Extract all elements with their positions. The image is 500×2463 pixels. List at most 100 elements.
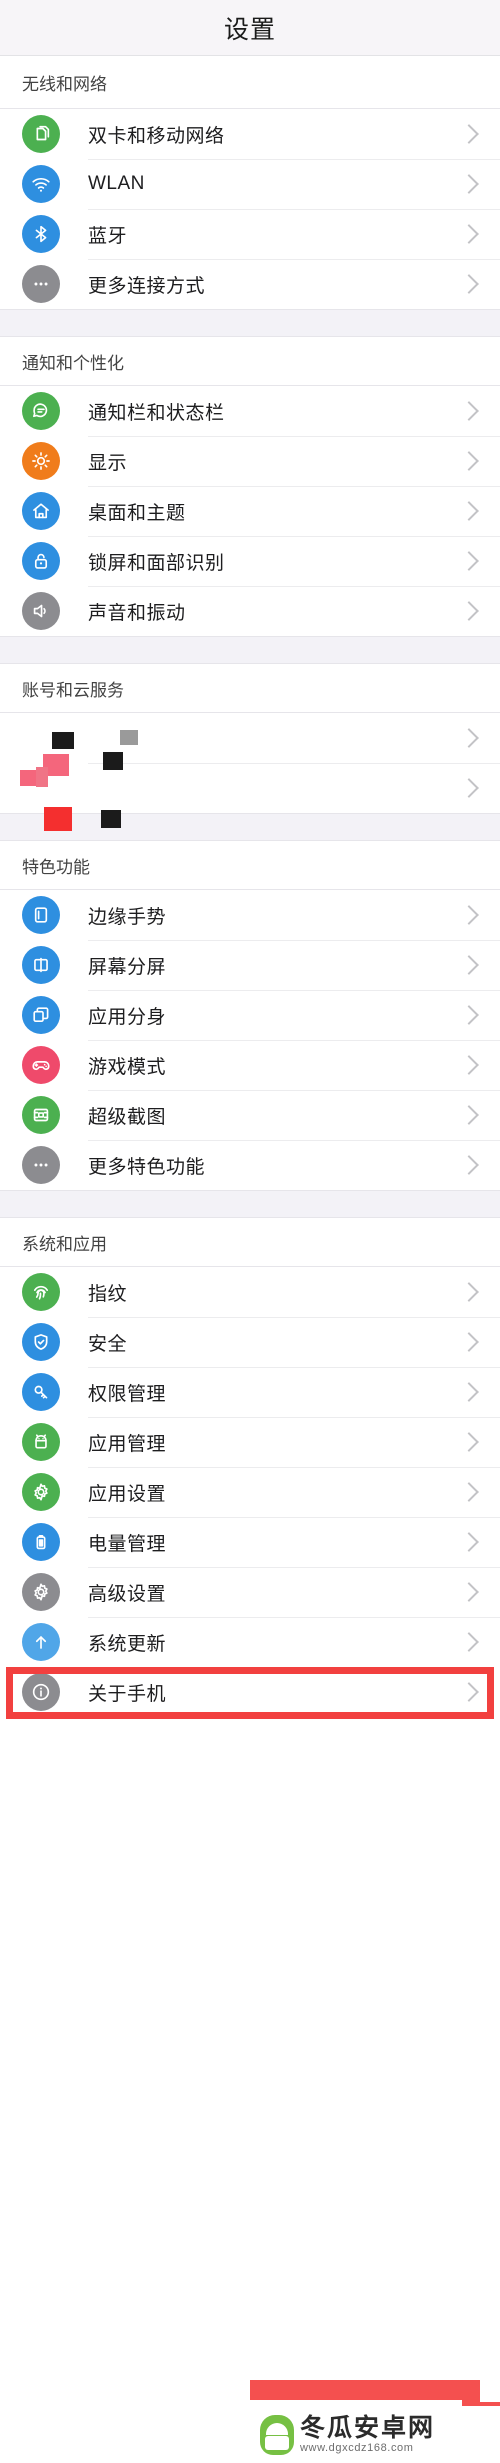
battery-icon — [22, 1523, 60, 1561]
list-item[interactable]: 应用管理 — [0, 1417, 500, 1467]
site-watermark: 冬瓜安卓网 www.dgxcdz168.com — [250, 2380, 500, 2463]
section-divider — [0, 813, 500, 841]
list-item[interactable]: 边缘手势 — [0, 890, 500, 940]
split-screen-icon — [22, 946, 60, 984]
speaker-icon — [22, 592, 60, 630]
chevron-right-icon — [459, 778, 479, 798]
fingerprint-icon — [22, 1273, 60, 1311]
chevron-right-icon — [459, 1682, 479, 1702]
chevron-right-icon — [459, 1105, 479, 1125]
glitch-block — [52, 732, 74, 749]
android-icon — [22, 1423, 60, 1461]
app-clone-icon — [22, 996, 60, 1034]
chevron-right-icon — [459, 601, 479, 621]
list-item[interactable]: 游戏模式 — [0, 1040, 500, 1090]
list-item[interactable]: 更多特色功能 — [0, 1140, 500, 1190]
list-item[interactable]: 电量管理 — [0, 1517, 500, 1567]
list-item-label: 双卡和移动网络 — [88, 125, 225, 147]
list-item[interactable]: 应用分身 — [0, 990, 500, 1040]
list-item[interactable] — [0, 763, 500, 813]
list-item-label: 边缘手势 — [88, 906, 167, 928]
list-item-label: 超级截图 — [88, 1106, 167, 1128]
bluetooth-icon — [22, 215, 60, 253]
watermark-android-logo-icon — [260, 2414, 294, 2455]
lock-icon — [22, 542, 60, 580]
list-item-label: 指纹 — [88, 1283, 128, 1305]
list-item[interactable]: 超级截图 — [0, 1090, 500, 1140]
chevron-right-icon — [459, 1532, 479, 1552]
more-dots-icon — [22, 265, 60, 303]
glitch-block — [44, 807, 72, 831]
watermark-red-bar-top — [250, 2380, 480, 2402]
chevron-right-icon — [459, 728, 479, 748]
list-item[interactable]: 更多连接方式 — [0, 259, 500, 309]
chevron-right-icon — [459, 1382, 479, 1402]
upload-arrow-icon — [22, 1623, 60, 1661]
list-item-label: 高级设置 — [88, 1583, 167, 1605]
section-rows-notification: 通知栏和状态栏 显示桌面和主题锁屏和面部识别 声音和振动 — [0, 385, 500, 636]
chevron-right-icon — [459, 1432, 479, 1452]
list-item-label: 更多连接方式 — [88, 275, 206, 297]
section-divider — [0, 1190, 500, 1218]
section-rows-system: 指纹安全权限管理应用管理 应用设置电量管理高级设置系统更新关于手机 — [0, 1266, 500, 1719]
settings-screen: 设置 无线和网络 双卡和移动网络 WLAN 蓝牙 更多连接方式 通知和个性化 通知栏和状态栏… — [0, 0, 500, 2463]
chevron-right-icon — [459, 451, 479, 471]
list-item[interactable]: 应用设置 — [0, 1467, 500, 1517]
chevron-right-icon — [459, 1582, 479, 1602]
section-header-label: 特色功能 — [22, 857, 90, 877]
list-item[interactable]: 双卡和移动网络 — [0, 109, 500, 159]
chevron-right-icon — [459, 174, 479, 194]
section-header-label: 账号和云服务 — [22, 680, 124, 700]
brightness-icon — [22, 442, 60, 480]
section-rows-wireless: 双卡和移动网络 WLAN 蓝牙更多连接方式 — [0, 108, 500, 309]
list-item[interactable]: 蓝牙 — [0, 209, 500, 259]
key-icon — [22, 1373, 60, 1411]
section-header-wireless: 无线和网络 — [0, 56, 500, 108]
list-item[interactable]: WLAN — [0, 159, 500, 209]
list-item-label: 关于手机 — [88, 1683, 167, 1705]
section-header-label: 系统和应用 — [22, 1234, 107, 1254]
list-item[interactable]: 锁屏和面部识别 — [0, 536, 500, 586]
section-divider — [0, 636, 500, 664]
chevron-right-icon — [459, 955, 479, 975]
list-item-label: 锁屏和面部识别 — [88, 552, 225, 574]
glitch-block — [36, 767, 48, 787]
list-item-label: 屏幕分屏 — [88, 956, 167, 978]
edge-gesture-icon — [22, 896, 60, 934]
list-item-label: 权限管理 — [88, 1383, 167, 1405]
list-item-label: 应用分身 — [88, 1006, 167, 1028]
chevron-right-icon — [459, 1055, 479, 1075]
glitch-block — [120, 730, 138, 745]
list-item[interactable]: 指纹 — [0, 1267, 500, 1317]
list-item[interactable]: 通知栏和状态栏 — [0, 386, 500, 436]
chevron-right-icon — [459, 1482, 479, 1502]
list-item[interactable]: 显示 — [0, 436, 500, 486]
chevron-right-icon — [459, 1155, 479, 1175]
list-item[interactable]: 安全 — [0, 1317, 500, 1367]
list-item[interactable] — [0, 713, 500, 763]
list-item-label: 声音和振动 — [88, 602, 186, 624]
chevron-right-icon — [459, 124, 479, 144]
list-item[interactable]: 桌面和主题 — [0, 486, 500, 536]
list-item[interactable]: 权限管理 — [0, 1367, 500, 1417]
list-item-label: WLAN — [88, 173, 145, 194]
chevron-right-icon — [459, 1282, 479, 1302]
list-item[interactable]: 关于手机 — [0, 1667, 500, 1717]
section-rows-account — [0, 712, 500, 831]
chevron-right-icon — [459, 274, 479, 294]
list-item[interactable]: 高级设置 — [0, 1567, 500, 1617]
list-item-label: 系统更新 — [88, 1633, 167, 1655]
list-item[interactable]: 声音和振动 — [0, 586, 500, 636]
list-item[interactable]: 系统更新 — [0, 1617, 500, 1667]
list-item-label: 电量管理 — [88, 1533, 167, 1555]
list-item[interactable]: 屏幕分屏 — [0, 940, 500, 990]
more-dots-icon — [22, 1146, 60, 1184]
list-item-label: 蓝牙 — [88, 225, 128, 247]
settings-list: 无线和网络 双卡和移动网络 WLAN 蓝牙 更多连接方式 通知和个性化 通知栏和状态栏 显示桌… — [0, 56, 500, 1719]
section-header-account: 账号和云服务 — [0, 664, 500, 712]
list-item-label: 桌面和主题 — [88, 502, 186, 524]
title-bar: 设置 — [0, 0, 500, 56]
chevron-right-icon — [459, 1632, 479, 1652]
section-rows-features: 边缘手势屏幕分屏应用分身游戏模式超级截图更多特色功能 — [0, 889, 500, 1190]
highlighted-row-wrapper: 关于手机 — [0, 1667, 500, 1719]
